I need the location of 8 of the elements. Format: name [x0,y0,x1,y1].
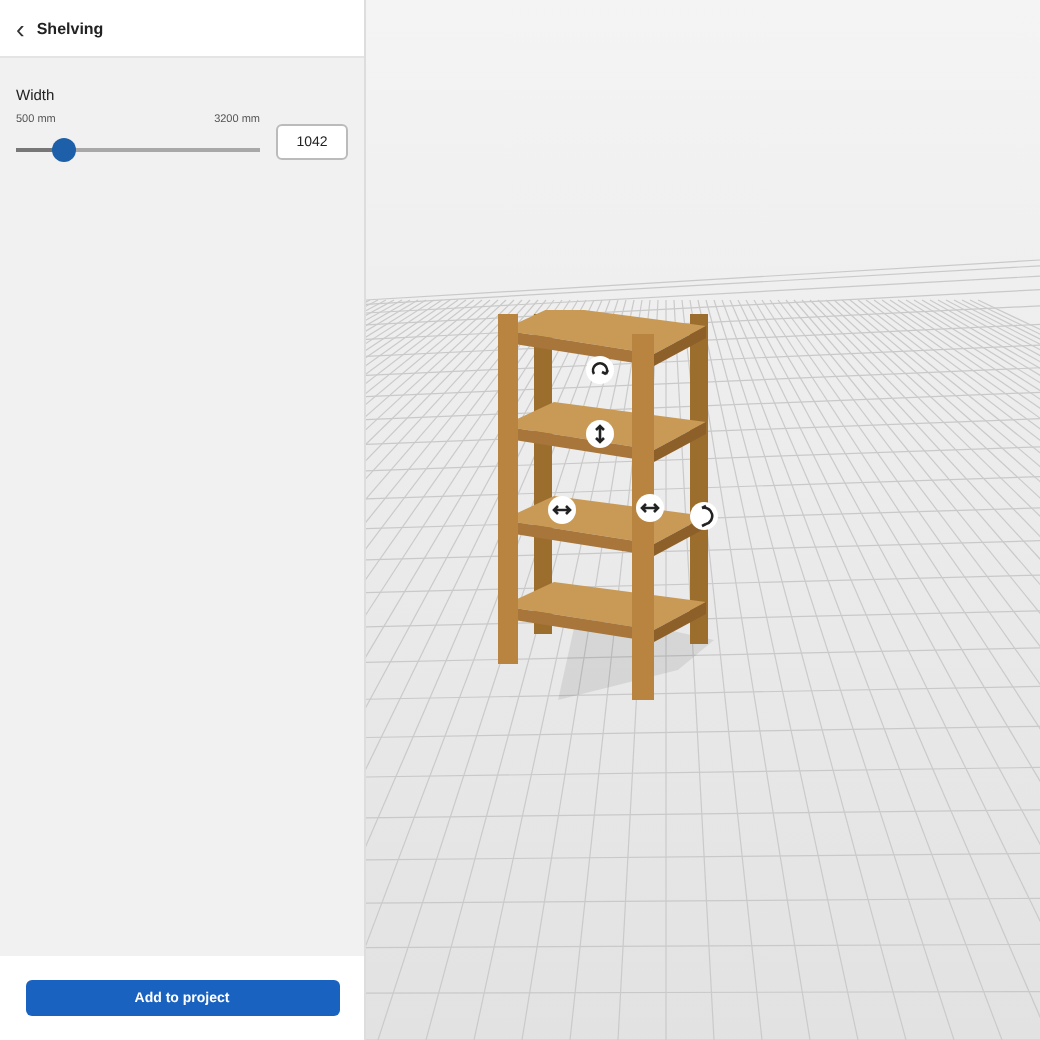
vertical-arrows-icon[interactable] [586,420,614,448]
horizontal-arrows-icon[interactable] [548,496,576,524]
rotate-icon[interactable] [690,502,718,530]
back-button[interactable]: ‹ [16,15,25,41]
panel-title: Shelving [36,19,104,37]
rotate-icon[interactable] [586,356,614,384]
horizontal-arrows-icon[interactable] [636,494,664,522]
slider-thumb[interactable] [52,138,77,162]
